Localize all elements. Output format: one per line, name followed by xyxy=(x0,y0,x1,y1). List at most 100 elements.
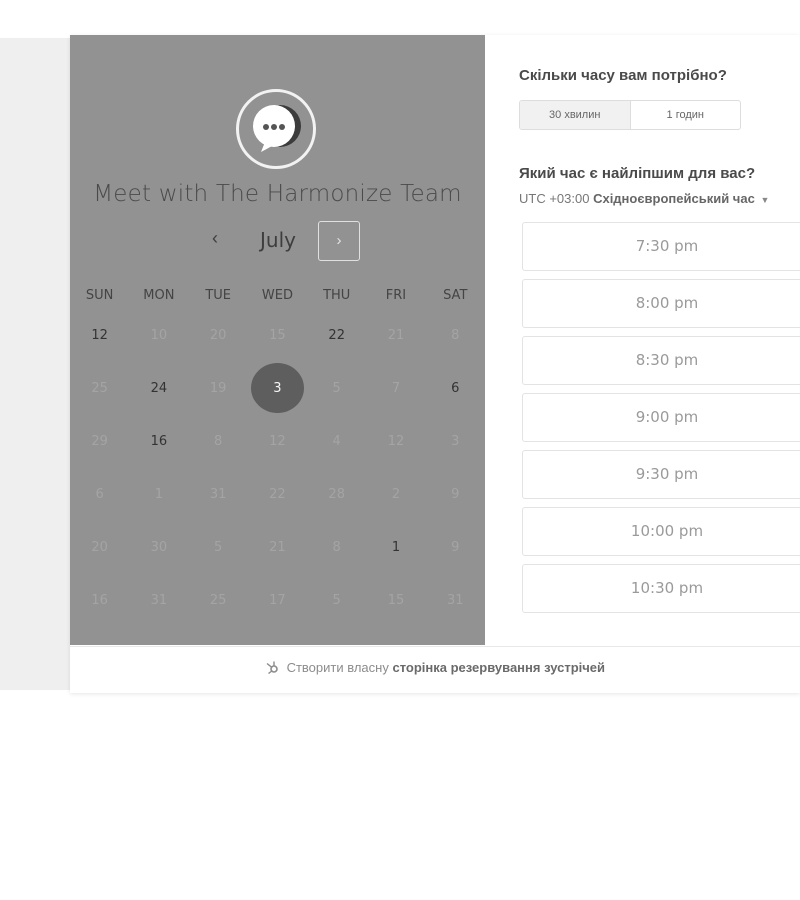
calendar-day: 17 xyxy=(248,588,307,641)
calendar-day-number: 3 xyxy=(273,381,282,396)
calendar-day-number: 3 xyxy=(451,434,460,449)
duration-option-30min[interactable]: 30 хвилин xyxy=(520,101,631,129)
calendar-day: 15 xyxy=(366,588,425,641)
duration-option-1hour[interactable]: 1 годин xyxy=(631,101,741,129)
calendar-week-row: 20 30 5 21 8 1 9 xyxy=(70,535,485,588)
page-background xyxy=(0,38,70,690)
calendar-day: 31 xyxy=(129,588,188,641)
calendar-day: 8 xyxy=(189,429,248,482)
calendar-day: 5 xyxy=(307,376,366,429)
time-slot-button[interactable]: 8:30 pm xyxy=(522,336,800,385)
time-slot-button[interactable]: 9:30 pm xyxy=(522,450,800,499)
weekday-label: SAT xyxy=(443,288,468,303)
calendar-day: 20 xyxy=(189,323,248,376)
calendar-day[interactable]: 24 xyxy=(129,376,188,429)
calendar-day: 25 xyxy=(70,376,129,429)
calendar-day-number: 30 xyxy=(150,540,168,555)
time-slot-button[interactable]: 8:00 pm xyxy=(522,279,800,328)
calendar-day: 29 xyxy=(70,429,129,482)
calendar-day-number: 5 xyxy=(332,593,341,608)
calendar-week-row: 16 31 25 17 5 15 31 xyxy=(70,588,485,641)
calendar-grid: 12 10 20 15 22 21 8 25 24 19 3 5 7 6 29 16 8 12 4 12 3 6 1 31 22… xyxy=(70,323,485,641)
calendar-day: 21 xyxy=(248,535,307,588)
hubspot-sprocket-icon xyxy=(266,661,278,674)
calendar-day: 9 xyxy=(426,482,485,535)
calendar-day-number: 16 xyxy=(91,593,108,608)
calendar-week-row: 6 1 31 22 28 2 9 xyxy=(70,482,485,535)
calendar-day-number: 10 xyxy=(150,328,168,343)
avatar xyxy=(236,89,316,169)
calendar-day: 25 xyxy=(189,588,248,641)
calendar-day-number: 29 xyxy=(91,434,108,449)
time-slot-button[interactable]: 10:30 pm xyxy=(522,564,800,613)
calendar-day: 5 xyxy=(189,535,248,588)
calendar-day: 12 xyxy=(248,429,307,482)
calendar-day-number: 4 xyxy=(332,434,341,449)
next-month-button[interactable]: › xyxy=(318,221,360,261)
calendar-day-number: 5 xyxy=(214,540,223,555)
calendar-day-number: 6 xyxy=(451,381,460,396)
calendar-day-number: 22 xyxy=(269,487,286,502)
calendar-day-number: 25 xyxy=(91,381,108,396)
calendar-day: 9 xyxy=(426,535,485,588)
duration-toggle: 30 хвилин 1 годин xyxy=(519,100,741,130)
calendar-day-number: 8 xyxy=(332,540,341,555)
calendar-day: 28 xyxy=(307,482,366,535)
calendar-day: 20 xyxy=(70,535,129,588)
footer: Створити власну сторінка резервування зу… xyxy=(70,646,800,694)
duration-question: Скільки часу вам потрібно? xyxy=(519,67,727,84)
calendar-day[interactable]: 6 xyxy=(426,376,485,429)
time-question: Який час є найліпшим для вас? xyxy=(519,165,756,182)
calendar-week-row: 29 16 8 12 4 12 3 xyxy=(70,429,485,482)
prev-month-button[interactable]: ‹ xyxy=(204,227,226,249)
calendar-day-number: 8 xyxy=(451,328,460,343)
calendar-day[interactable]: 1 xyxy=(366,535,425,588)
calendar-day: 31 xyxy=(426,588,485,641)
calendar-day-number: 17 xyxy=(269,593,286,608)
time-slot-button[interactable]: 10:00 pm xyxy=(522,507,800,556)
calendar-day[interactable]: 16 xyxy=(129,429,188,482)
calendar-day-number: 31 xyxy=(446,593,464,608)
timezone-name: Східноєвропейський час xyxy=(593,191,755,206)
calendar-day-number: 15 xyxy=(387,593,405,608)
calendar-day[interactable]: 12 xyxy=(70,323,129,376)
calendar-day-number: 21 xyxy=(269,540,286,555)
calendar-day: 3 xyxy=(426,429,485,482)
chat-bubble-icon xyxy=(253,105,301,152)
calendar-day-number: 1 xyxy=(154,487,164,502)
calendar-day: 30 xyxy=(129,535,188,588)
calendar-day-number: 7 xyxy=(391,381,401,396)
calendar-day-number: 24 xyxy=(150,381,168,396)
calendar-day-selected[interactable]: 3 xyxy=(248,363,307,429)
calendar-day: 31 xyxy=(189,482,248,535)
timezone-selector[interactable]: UTC +03:00 Східноєвропейський час ▼ xyxy=(519,191,769,206)
calendar-day-number: 9 xyxy=(451,540,460,555)
calendar-day-number: 12 xyxy=(269,434,286,449)
calendar-day: 2 xyxy=(366,482,425,535)
time-slot-button[interactable]: 9:00 pm xyxy=(522,393,800,442)
weekday-label: THU xyxy=(323,288,351,303)
scheduling-panel: Скільки часу вам потрібно? 30 хвилин 1 г… xyxy=(485,35,800,645)
weekday-header: SUN MON TUE WED THU FRI SAT xyxy=(70,288,485,304)
calendar-day: 4 xyxy=(307,429,366,482)
footer-prefix: Створити власну xyxy=(286,660,389,675)
caret-down-icon: ▼ xyxy=(760,195,770,205)
meeting-booking-widget: Meet with The Harmonize Team ‹ July › SU… xyxy=(70,35,800,693)
timezone-offset: UTC +03:00 xyxy=(519,191,590,206)
calendar-day[interactable]: 22 xyxy=(307,323,366,376)
calendar-day: 8 xyxy=(307,535,366,588)
footer-booking-link[interactable]: сторінка резервування зустрічей xyxy=(392,660,605,675)
weekday-label: MON xyxy=(143,288,175,303)
month-label: July xyxy=(260,228,296,252)
weekday-label: TUE xyxy=(205,288,231,303)
time-slot-button[interactable]: 7:30 pm xyxy=(522,222,800,271)
calendar-day: 5 xyxy=(307,588,366,641)
calendar-week-row: 25 24 19 3 5 7 6 xyxy=(70,363,485,429)
calendar-day-number: 28 xyxy=(328,487,345,502)
calendar-day-number: 20 xyxy=(91,540,108,555)
calendar-day: 12 xyxy=(366,429,425,482)
calendar-day-number: 1 xyxy=(391,540,401,555)
meeting-title: Meet with The Harmonize Team xyxy=(93,181,462,207)
weekday-label: SUN xyxy=(85,288,114,303)
calendar-day-number: 21 xyxy=(387,328,405,343)
